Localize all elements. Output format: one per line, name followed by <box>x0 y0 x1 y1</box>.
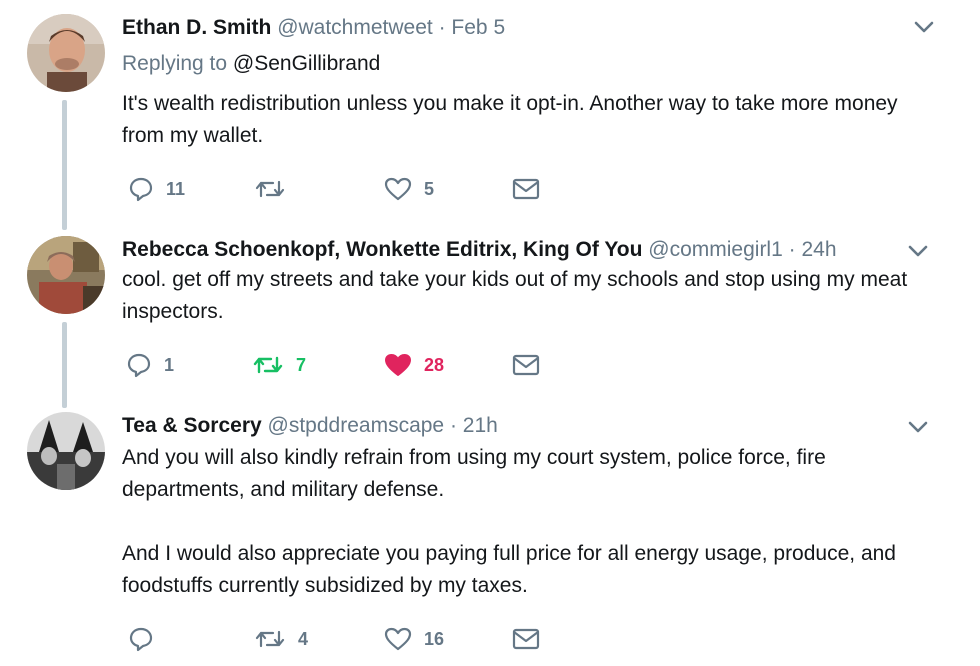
like-button[interactable]: 16 <box>384 624 444 654</box>
tweet[interactable]: Rebecca Schoenkopf, Wonkette Editrix, Ki… <box>0 234 980 394</box>
tweet-text: cool. get off my streets and take your k… <box>122 268 908 323</box>
reply-icon <box>129 177 153 202</box>
tweet-text: It's wealth redistribution unless you ma… <box>122 92 898 147</box>
envelope-icon <box>512 628 540 650</box>
envelope-icon <box>512 354 540 376</box>
reply-count: 11 <box>166 178 186 199</box>
envelope-icon <box>512 178 540 200</box>
reply-button[interactable]: 11 <box>128 174 185 204</box>
tweet-header: Tea & Sorcery @stpddreamscape · 21h <box>122 412 498 440</box>
reply-icon <box>129 627 153 652</box>
heart-icon <box>385 354 411 376</box>
like-button[interactable]: 5 <box>384 174 434 204</box>
tweet[interactable]: Tea & Sorcery @stpddreamscape · 21h And … <box>0 410 980 660</box>
heart-icon <box>384 627 412 651</box>
retweet-button[interactable] <box>254 174 298 204</box>
reply-count: 1 <box>164 354 175 375</box>
retweet-button[interactable]: 4 <box>254 624 308 654</box>
display-name[interactable]: Ethan D. Smith <box>122 16 271 39</box>
heart-icon <box>384 177 412 201</box>
like-count: 5 <box>424 178 435 199</box>
retweet-count: 7 <box>296 354 307 375</box>
replying-to: Replying to @SenGillibrand <box>122 50 380 78</box>
display-name[interactable]: Tea & Sorcery <box>122 414 262 437</box>
user-avatar-icon <box>27 14 105 92</box>
timestamp[interactable]: 24h <box>801 238 836 261</box>
timestamp[interactable]: Feb 5 <box>451 16 505 39</box>
retweet-count: 4 <box>298 628 309 649</box>
replying-to-label: Replying to <box>122 52 228 75</box>
retweet-button[interactable]: 7 <box>252 350 306 380</box>
retweet-icon <box>255 180 285 198</box>
tweet-header: Ethan D. Smith @watchmetweet · Feb 5 <box>122 14 505 42</box>
replying-to-handle[interactable]: @SenGillibrand <box>233 52 380 75</box>
timestamp[interactable]: 21h <box>463 414 498 437</box>
tweet[interactable]: Ethan D. Smith @watchmetweet · Feb 5 Rep… <box>0 12 980 212</box>
avatar[interactable] <box>27 236 105 314</box>
retweet-icon <box>253 356 283 374</box>
like-count: 16 <box>424 628 445 649</box>
retweet-icon <box>255 630 285 648</box>
reply-button[interactable] <box>128 624 166 654</box>
like-button[interactable]: 28 <box>384 350 444 380</box>
user-avatar-icon <box>27 236 105 314</box>
tweet-actions: 1 7 28 <box>122 350 562 380</box>
separator-dot: · <box>449 414 457 437</box>
like-count: 28 <box>424 354 445 375</box>
user-handle[interactable]: @stpddreamscape <box>268 414 445 437</box>
chevron-down-icon[interactable] <box>906 418 930 436</box>
reply-button[interactable]: 1 <box>126 350 174 380</box>
avatar[interactable] <box>27 412 105 490</box>
chevron-down-icon[interactable] <box>912 18 936 36</box>
tweet-text: And you will also kindly refrain from us… <box>122 446 896 597</box>
tweet-actions: 4 16 <box>122 624 562 654</box>
tweet-header: Rebecca Schoenkopf, Wonkette Editrix, Ki… <box>122 236 837 264</box>
user-avatar-icon <box>27 412 105 490</box>
message-button[interactable] <box>512 174 540 204</box>
avatar[interactable] <box>27 14 105 92</box>
separator-dot: · <box>788 238 796 261</box>
reply-icon <box>127 353 151 378</box>
display-name[interactable]: Rebecca Schoenkopf, Wonkette Editrix, Ki… <box>122 238 642 261</box>
chevron-down-icon[interactable] <box>906 242 930 260</box>
user-handle[interactable]: @watchmetweet <box>277 16 433 39</box>
user-handle[interactable]: @commiegirl1 <box>648 238 783 261</box>
message-button[interactable] <box>512 350 540 380</box>
message-button[interactable] <box>512 624 540 654</box>
separator-dot: · <box>438 16 446 39</box>
tweet-actions: 11 5 <box>122 174 562 204</box>
